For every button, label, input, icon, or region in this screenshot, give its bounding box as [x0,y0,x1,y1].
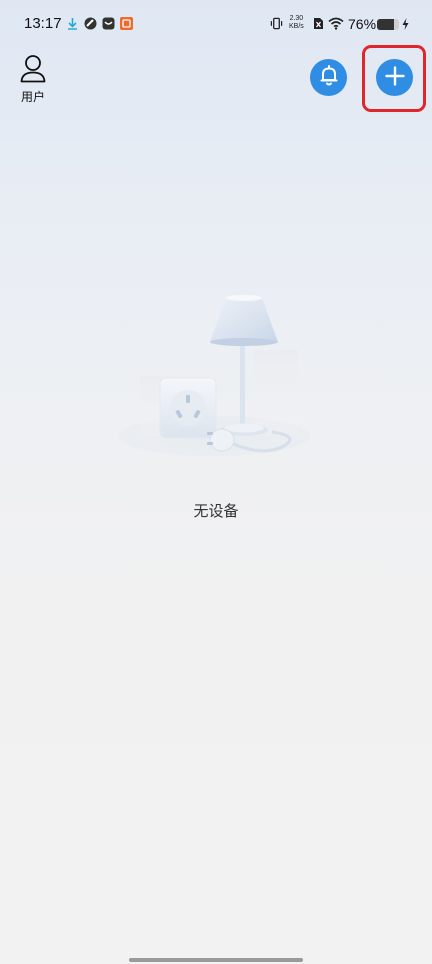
home-indicator[interactable] [129,958,303,962]
highlight-box [362,45,426,112]
charging-icon [401,17,409,30]
battery-icon [377,19,399,30]
sim-off-icon [312,17,325,30]
user-icon [19,54,47,87]
notifications-button[interactable] [310,59,347,96]
lamp-and-socket-illustration [112,290,320,470]
bell-icon [319,65,339,90]
user-label: 用户 [20,90,45,104]
user-button[interactable]: 用户 [14,54,52,104]
mail-app-icon [102,17,115,30]
vibrate-icon [270,17,283,30]
network-speed-unit: KB/s [289,23,304,30]
status-bar: 13:17 2.30 KB/s 76% [0,0,432,50]
app-icon [84,17,97,30]
network-speed: 2.30 KB/s [289,15,304,31]
status-time: 13:17 [24,15,62,32]
download-icon [66,17,79,30]
battery-fill [377,19,394,30]
empty-state-message: 无设备 [193,502,239,520]
wifi-icon [328,17,344,30]
shopping-app-icon [120,17,133,30]
battery-percent: 76% [348,16,377,32]
network-speed-value: 2.30 [289,15,304,22]
